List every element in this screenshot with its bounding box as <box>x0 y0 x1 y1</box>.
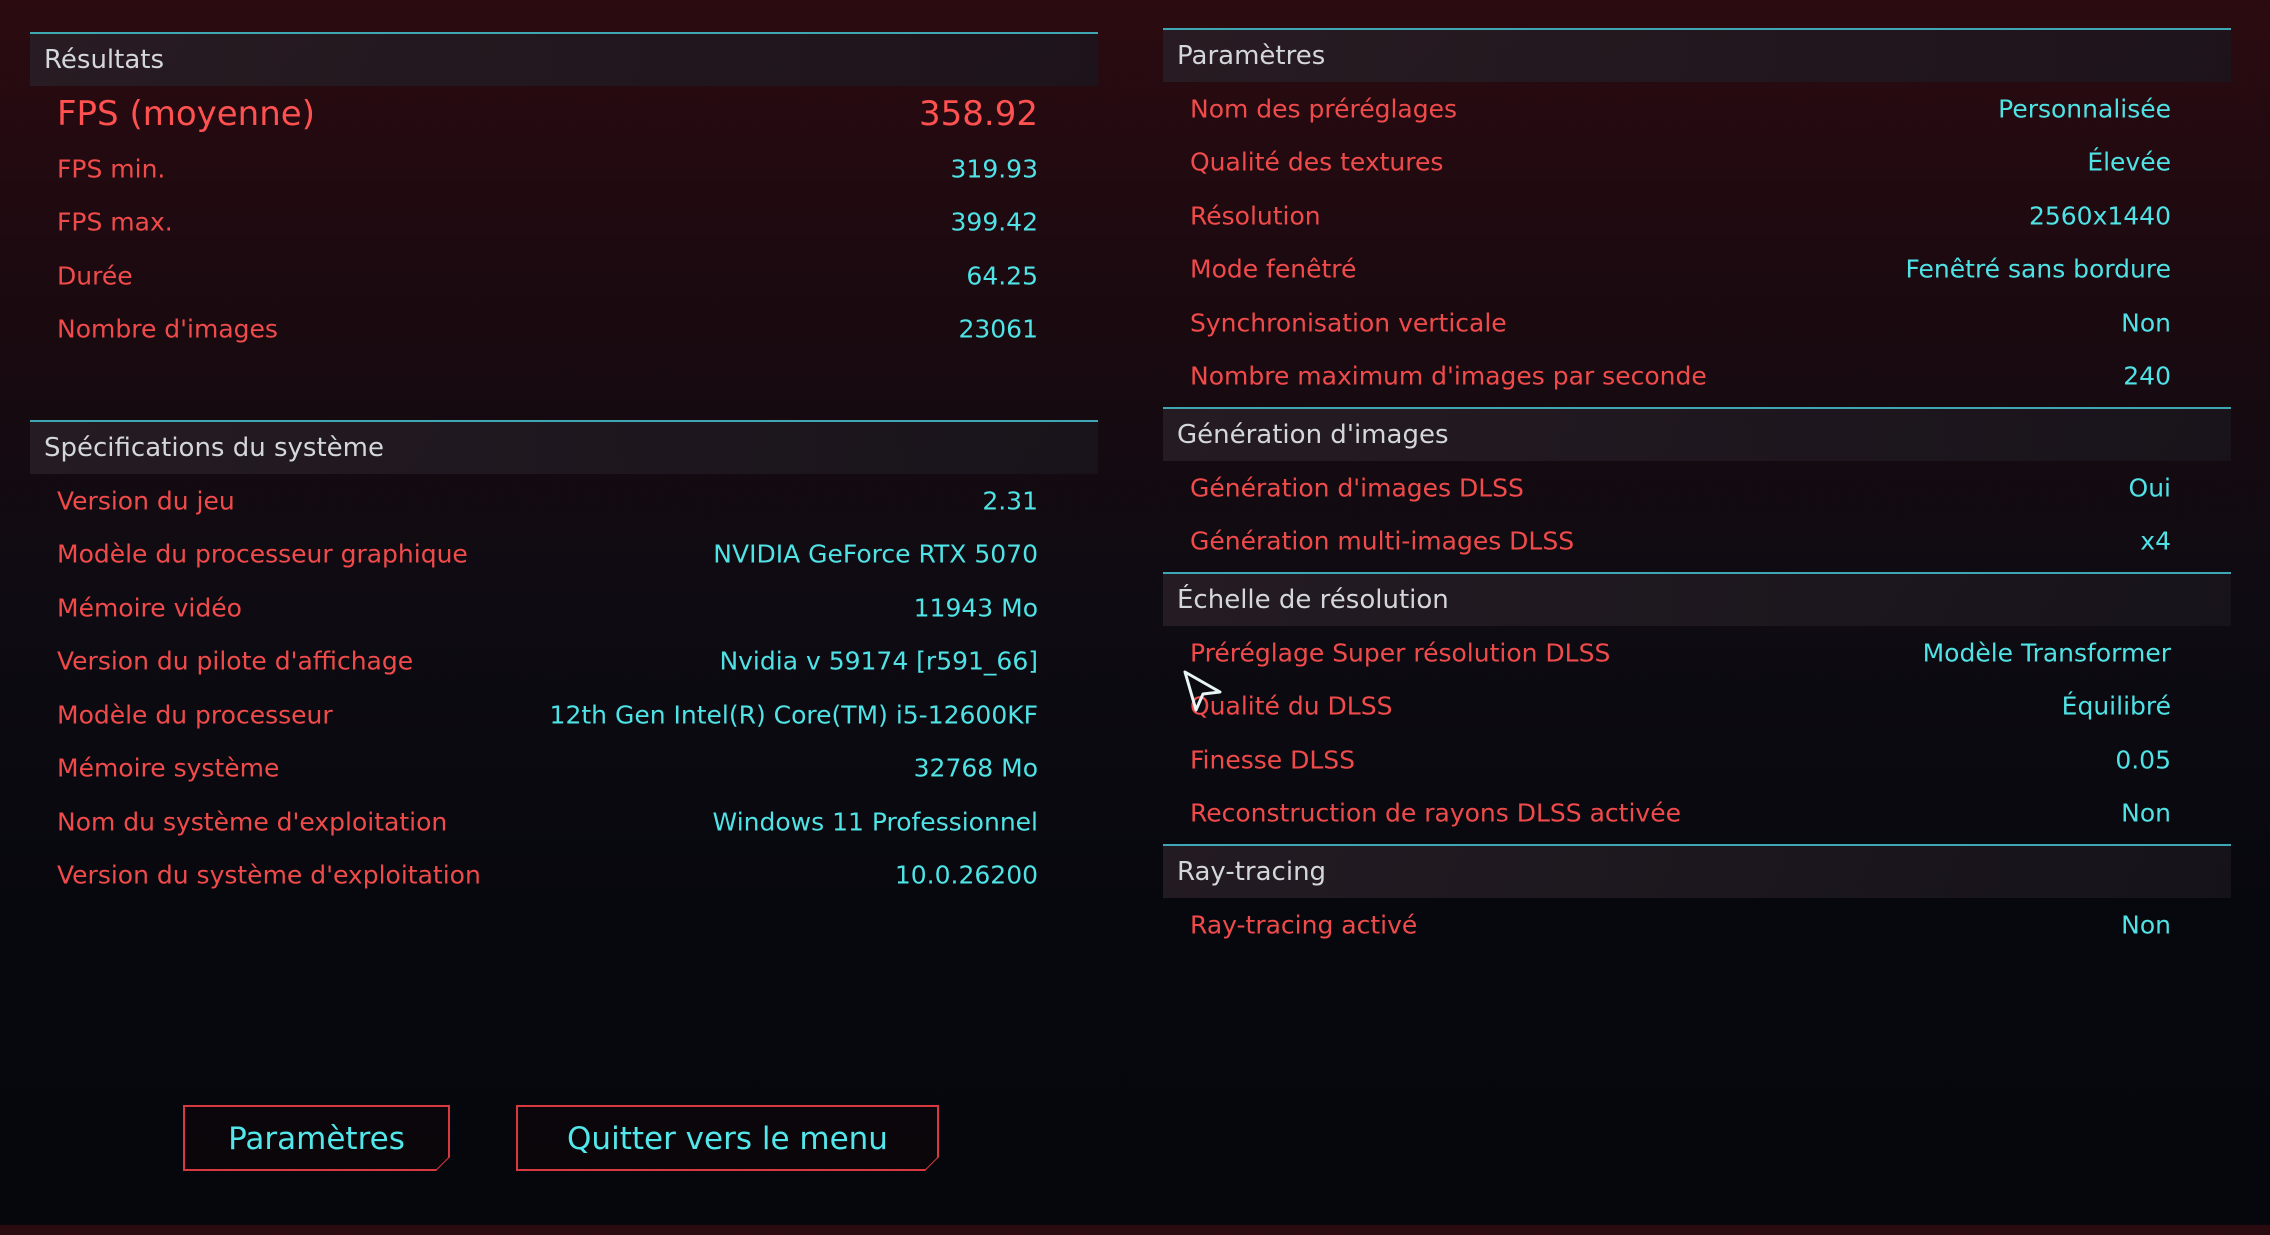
system-row-driver-version: Version du pilote d'affichage Nvidia v 5… <box>30 635 1098 689</box>
system-row-os-version: Version du système d'exploitation 10.0.2… <box>30 849 1098 903</box>
row-label: Nombre maximum d'images par seconde <box>1190 361 1707 391</box>
row-value: Équilibré <box>2061 691 2171 721</box>
scaling-row-dlss-sharpness: Finesse DLSS 0.05 <box>1163 733 2231 787</box>
row-label: Reconstruction de rayons DLSS activée <box>1190 798 1681 828</box>
resolution-scaling-section: Échelle de résolution Préréglage Super r… <box>1163 572 2231 840</box>
settings-row-texture-quality: Qualité des textures Élevée <box>1163 136 2231 190</box>
framegen-row-dlss-mfg: Génération multi-images DLSS x4 <box>1163 515 2231 569</box>
scaling-row-dlss-ray-reconstruction: Reconstruction de rayons DLSS activée No… <box>1163 787 2231 841</box>
row-label: Nom du système d'exploitation <box>57 807 448 837</box>
result-row-fps-min: FPS min. 319.93 <box>30 142 1098 196</box>
right-panel: Paramètres Nom des préréglages Personnal… <box>1163 28 2231 952</box>
results-header: Résultats <box>30 32 1098 86</box>
row-value: Élevée <box>2087 147 2171 177</box>
result-row-frame-count: Nombre d'images 23061 <box>30 303 1098 357</box>
row-label: Génération d'images DLSS <box>1190 473 1524 503</box>
row-label: Version du jeu <box>57 486 235 516</box>
settings-row-resolution: Résolution 2560x1440 <box>1163 189 2231 243</box>
row-value: NVIDIA GeForce RTX 5070 <box>713 539 1038 569</box>
row-value: 23061 <box>958 314 1038 344</box>
settings-section: Paramètres Nom des préréglages Personnal… <box>1163 28 2231 403</box>
row-value: x4 <box>2140 526 2171 556</box>
row-label: Modèle du processeur graphique <box>57 539 468 569</box>
row-label: Résolution <box>1190 201 1321 231</box>
row-label: Version du système d'exploitation <box>57 860 481 890</box>
row-label: Préréglage Super résolution DLSS <box>1190 638 1611 668</box>
row-label: Modèle du processeur <box>57 700 333 730</box>
row-value: Non <box>2121 308 2171 338</box>
row-label: Version du pilote d'affichage <box>57 646 414 676</box>
system-row-game-version: Version du jeu 2.31 <box>30 474 1098 528</box>
system-row-video-memory: Mémoire vidéo 11943 Mo <box>30 581 1098 635</box>
row-value: Windows 11 Professionnel <box>712 807 1038 837</box>
mouse-cursor-icon <box>1183 670 1222 712</box>
quit-to-main-menu-button[interactable]: Quitter vers le menu principal <box>516 1105 939 1171</box>
resolution-scaling-header: Échelle de résolution <box>1163 572 2231 626</box>
row-label: FPS max. <box>57 207 173 237</box>
row-value: Non <box>2121 910 2171 940</box>
ray-tracing-header: Ray-tracing <box>1163 844 2231 898</box>
system-header: Spécifications du système <box>30 420 1098 474</box>
framegen-row-dlss-fg: Génération d'images DLSS Oui <box>1163 461 2231 515</box>
system-row-gpu-model: Modèle du processeur graphique NVIDIA Ge… <box>30 528 1098 582</box>
row-label: Durée <box>57 261 133 291</box>
row-value: Oui <box>2128 473 2171 503</box>
ray-tracing-section: Ray-tracing Ray-tracing activé Non <box>1163 844 2231 952</box>
row-label: Finesse DLSS <box>1190 745 1356 775</box>
row-label: Génération multi-images DLSS <box>1190 526 1575 556</box>
row-value: 319.93 <box>950 154 1038 184</box>
row-value: Modèle Transformer <box>1922 638 2171 668</box>
settings-row-max-fps: Nombre maximum d'images par seconde 240 <box>1163 350 2231 404</box>
row-label: Synchronisation verticale <box>1190 308 1507 338</box>
row-label: Ray-tracing activé <box>1190 910 1418 940</box>
row-value: Nvidia v 59174 [r591_66] <box>719 646 1038 676</box>
row-value: 0.05 <box>2115 745 2171 775</box>
row-label: Mémoire système <box>57 753 280 783</box>
row-value: Non <box>2121 798 2171 828</box>
row-value: 11943 Mo <box>913 593 1038 623</box>
row-value: 12th Gen Intel(R) Core(TM) i5-12600KF <box>549 700 1038 730</box>
result-row-fps-max: FPS max. 399.42 <box>30 196 1098 250</box>
row-value: Fenêtré sans bordure <box>1905 254 2171 284</box>
system-row-system-memory: Mémoire système 32768 Mo <box>30 742 1098 796</box>
row-label: Mode fenêtré <box>1190 254 1357 284</box>
row-label: Mémoire vidéo <box>57 593 242 623</box>
settings-row-window-mode: Mode fenêtré Fenêtré sans bordure <box>1163 243 2231 297</box>
system-row-cpu-model: Modèle du processeur 12th Gen Intel(R) C… <box>30 688 1098 742</box>
row-label: Qualité des textures <box>1190 147 1444 177</box>
settings-row-preset-name: Nom des préréglages Personnalisée <box>1163 82 2231 136</box>
row-value: 358.92 <box>919 94 1038 134</box>
results-section: Résultats FPS (moyenne) 358.92 FPS min. … <box>30 32 1098 356</box>
settings-button[interactable]: Paramètres <box>183 1105 450 1171</box>
settings-header: Paramètres <box>1163 28 2231 82</box>
row-value: Personnalisée <box>1998 94 2171 124</box>
frame-generation-header: Génération d'images <box>1163 407 2231 461</box>
result-row-fps-average: FPS (moyenne) 358.92 <box>30 86 1098 142</box>
row-value: 32768 Mo <box>913 753 1038 783</box>
row-value: 64.25 <box>966 261 1038 291</box>
scaling-row-dlss-quality: Qualité du DLSS Équilibré <box>1163 680 2231 734</box>
result-row-duration: Durée 64.25 <box>30 249 1098 303</box>
frame-generation-section: Génération d'images Génération d'images … <box>1163 407 2231 568</box>
system-section: Spécifications du système Version du jeu… <box>30 420 1098 902</box>
row-value: 399.42 <box>950 207 1038 237</box>
row-value: 2560x1440 <box>2028 201 2171 231</box>
scaling-row-dlss-sr-preset: Préréglage Super résolution DLSS Modèle … <box>1163 626 2231 680</box>
row-label: Nombre d'images <box>57 314 278 344</box>
left-panel: Résultats FPS (moyenne) 358.92 FPS min. … <box>30 32 1098 902</box>
row-label: FPS min. <box>57 154 166 184</box>
row-value: 10.0.26200 <box>894 860 1038 890</box>
settings-row-vsync: Synchronisation verticale Non <box>1163 296 2231 350</box>
row-label: FPS (moyenne) <box>57 94 315 134</box>
row-value: 2.31 <box>982 486 1038 516</box>
system-row-os-name: Nom du système d'exploitation Windows 11… <box>30 795 1098 849</box>
row-value: 240 <box>2123 361 2171 391</box>
row-label: Nom des préréglages <box>1190 94 1458 124</box>
raytracing-row-enabled: Ray-tracing activé Non <box>1163 898 2231 952</box>
